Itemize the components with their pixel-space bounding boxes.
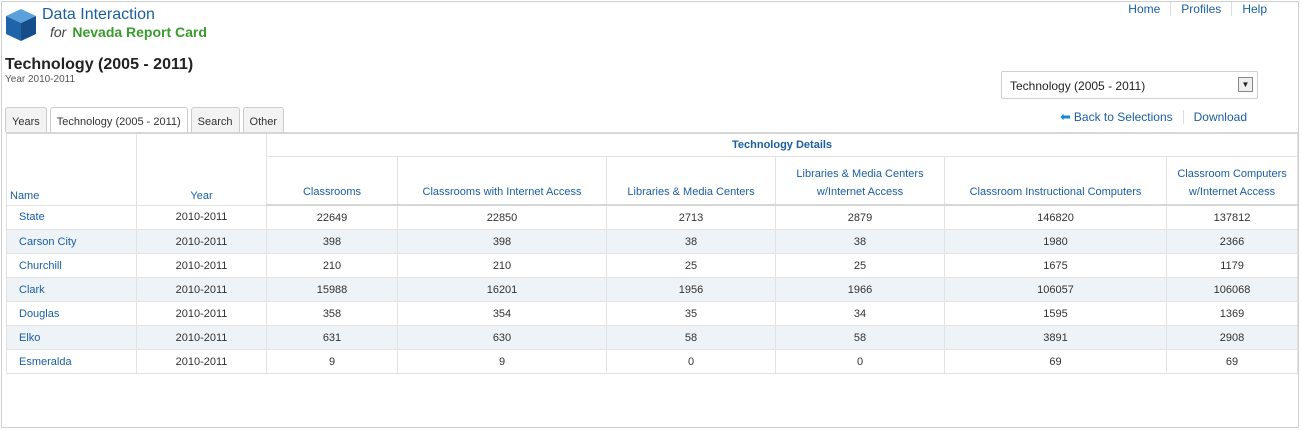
cell-classrooms: 210 — [266, 253, 398, 278]
cell-instructional-computers: 106057 — [944, 277, 1167, 302]
logo-for: for — [50, 24, 67, 40]
table-row: Churchill 2010-2011 210 210 25 25 1675 1… — [6, 253, 1299, 278]
cell-computers-internet: 69 — [1165, 349, 1299, 374]
cell-year: 2010-2011 — [136, 349, 267, 374]
column-header-name[interactable]: Name — [6, 132, 137, 206]
link-divider — [1182, 110, 1184, 124]
cell-instructional-computers: 1675 — [944, 253, 1167, 278]
cell-year: 2010-2011 — [136, 277, 267, 302]
site-logo[interactable]: Data Interaction for Nevada Report Card — [4, 6, 264, 46]
tab-other[interactable]: Other — [242, 107, 285, 132]
nav-home-link[interactable]: Home — [1118, 2, 1170, 16]
download-link[interactable]: Download — [1194, 110, 1247, 124]
logo-subtitle: for Nevada Report Card — [50, 24, 207, 40]
cell-classrooms: 398 — [266, 229, 398, 254]
cell-instructional-computers: 1980 — [944, 229, 1167, 254]
cell-libraries-internet: 2879 — [775, 204, 945, 230]
cell-libraries: 2713 — [606, 204, 776, 230]
cell-year: 2010-2011 — [136, 301, 267, 326]
tab-search[interactable]: Search — [190, 107, 240, 132]
column-header-classrooms-internet[interactable]: Classrooms with Internet Access — [397, 156, 607, 206]
arrow-left-icon[interactable]: ⬅ — [1060, 109, 1071, 125]
report-select-value: Technology (2005 - 2011) — [1010, 79, 1146, 93]
cell-classrooms-internet: 16201 — [397, 277, 607, 302]
table-row: Esmeralda 2010-2011 9 9 0 0 69 69 — [6, 349, 1299, 374]
cell-computers-internet: 2366 — [1165, 229, 1299, 254]
column-header-year[interactable]: Year — [136, 132, 267, 206]
cell-computers-internet: 137812 — [1165, 204, 1299, 230]
cell-classrooms-internet: 630 — [397, 325, 607, 350]
row-name-link[interactable]: Carson City — [6, 229, 137, 254]
table-row: Douglas 2010-2011 358 354 35 34 1595 136… — [6, 301, 1299, 326]
cell-libraries-internet: 58 — [775, 325, 945, 350]
page-subtitle: Year 2010-2011 — [5, 74, 76, 85]
cell-libraries: 25 — [606, 253, 776, 278]
table-row: Clark 2010-2011 15988 16201 1956 1966 10… — [6, 277, 1299, 302]
report-select[interactable]: Technology (2005 - 2011) ▼ — [1001, 71, 1258, 99]
column-header-instructional-computers[interactable]: Classroom Instructional Computers — [944, 156, 1167, 206]
cell-classrooms: 9 — [266, 349, 398, 374]
cell-year: 2010-2011 — [136, 325, 267, 350]
cell-computers-internet: 106068 — [1165, 277, 1299, 302]
cell-year: 2010-2011 — [136, 253, 267, 278]
column-header-classrooms[interactable]: Classrooms — [266, 156, 398, 206]
cube-logo-icon — [6, 9, 36, 41]
cell-classrooms-internet: 9 — [397, 349, 607, 374]
nav-profiles-link[interactable]: Profiles — [1170, 2, 1231, 16]
top-nav: Home Profiles Help — [1118, 2, 1277, 16]
cell-instructional-computers: 1595 — [944, 301, 1167, 326]
cell-libraries-internet: 1966 — [775, 277, 945, 302]
back-to-selections-link[interactable]: Back to Selections — [1074, 110, 1173, 124]
cell-year: 2010-2011 — [136, 229, 267, 254]
technology-table: Name Year Technology Details Classrooms … — [6, 132, 1299, 374]
logo-title: Data Interaction — [42, 6, 155, 23]
cell-libraries: 58 — [606, 325, 776, 350]
cell-computers-internet: 2908 — [1165, 325, 1299, 350]
cell-libraries-internet: 38 — [775, 229, 945, 254]
row-name-link[interactable]: Churchill — [6, 253, 137, 278]
cell-classrooms: 22649 — [266, 204, 398, 230]
logo-nrc: Nevada Report Card — [72, 24, 207, 40]
column-header-libraries[interactable]: Libraries & Media Centers — [606, 156, 776, 206]
cell-classrooms-internet: 210 — [397, 253, 607, 278]
tab-technology[interactable]: Technology (2005 - 2011) — [49, 107, 188, 132]
cell-libraries: 1956 — [606, 277, 776, 302]
cell-computers-internet: 1369 — [1165, 301, 1299, 326]
group-header-technology-details: Technology Details — [265, 132, 1299, 157]
cell-year: 2010-2011 — [136, 204, 267, 230]
row-name-link[interactable]: Esmeralda — [6, 349, 137, 374]
cell-instructional-computers: 69 — [944, 349, 1167, 374]
cell-classrooms: 358 — [266, 301, 398, 326]
table-row: State 2010-2011 22649 22850 2713 2879 14… — [6, 204, 1299, 230]
dropdown-arrow-icon[interactable]: ▼ — [1238, 77, 1253, 92]
cell-classrooms-internet: 354 — [397, 301, 607, 326]
cell-instructional-computers: 146820 — [944, 204, 1167, 230]
cell-computers-internet: 1179 — [1165, 253, 1299, 278]
tab-years[interactable]: Years — [5, 107, 47, 132]
row-name-link[interactable]: Elko — [6, 325, 137, 350]
action-links: ⬅ Back to Selections Download — [1060, 109, 1247, 125]
nav-help-link[interactable]: Help — [1231, 2, 1277, 16]
table-row: Elko 2010-2011 631 630 58 58 3891 2908 — [6, 325, 1299, 350]
row-name-link[interactable]: Clark — [6, 277, 137, 302]
cell-classrooms-internet: 398 — [397, 229, 607, 254]
cell-libraries-internet: 0 — [775, 349, 945, 374]
cell-classrooms: 631 — [266, 325, 398, 350]
page-title: Technology (2005 - 2011) — [5, 56, 194, 73]
cell-libraries: 38 — [606, 229, 776, 254]
cell-libraries: 35 — [606, 301, 776, 326]
row-name-link[interactable]: State — [6, 204, 137, 230]
row-name-link[interactable]: Douglas — [6, 301, 137, 326]
table-row: Carson City 2010-2011 398 398 38 38 1980… — [6, 229, 1299, 254]
cell-libraries-internet: 25 — [775, 253, 945, 278]
cell-libraries: 0 — [606, 349, 776, 374]
cell-libraries-internet: 34 — [775, 301, 945, 326]
column-header-computers-internet[interactable]: Classroom Computers w/Internet Access — [1165, 156, 1299, 206]
tab-bar: Years Technology (2005 - 2011) Search Ot… — [5, 107, 287, 132]
cell-classrooms: 15988 — [266, 277, 398, 302]
column-header-libraries-internet[interactable]: Libraries & Media Centers w/Internet Acc… — [775, 156, 945, 206]
cell-classrooms-internet: 22850 — [397, 204, 607, 230]
cell-instructional-computers: 3891 — [944, 325, 1167, 350]
